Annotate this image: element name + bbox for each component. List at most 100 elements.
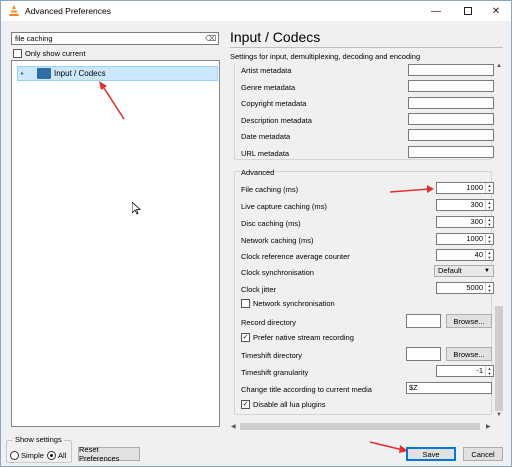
mouse-cursor-icon: [132, 202, 141, 215]
genre-metadata-label: Genre metadata: [241, 83, 296, 92]
disable-lua-label: Disable all lua plugins: [253, 400, 326, 409]
simple-radio[interactable]: Simple: [10, 451, 44, 460]
search-input-value: file caching: [15, 34, 53, 43]
timeshift-granularity-value: -1: [476, 366, 483, 375]
date-metadata-label: Date metadata: [241, 132, 291, 141]
spin-arrows-icon[interactable]: ▲ ▼: [485, 234, 493, 244]
clock-sync-dropdown[interactable]: Default ▼: [434, 265, 494, 277]
vertical-scroll-thumb[interactable]: [495, 306, 503, 411]
vlc-cone-icon: [9, 5, 19, 16]
network-caching-spinbox[interactable]: 1000 ▲ ▼: [436, 233, 494, 245]
page-title: Input / Codecs: [230, 29, 321, 45]
live-capture-caching-spinbox[interactable]: 300 ▲ ▼: [436, 199, 494, 211]
horizontal-scroll-thumb[interactable]: [240, 423, 480, 430]
copyright-metadata-field[interactable]: [408, 97, 494, 109]
save-annotation-arrow-icon: [369, 441, 408, 453]
advanced-group-title: Advanced: [241, 168, 275, 177]
clock-ref-counter-spinbox[interactable]: 40 ▲ ▼: [436, 249, 494, 261]
network-caching-value: 1000: [466, 234, 483, 243]
vertical-scrollbar[interactable]: ▲ ▼: [494, 63, 504, 420]
file-caching-annotation-arrow-icon: [389, 185, 434, 193]
file-caching-spinbox[interactable]: 1000 ▲ ▼: [436, 182, 494, 194]
spin-arrows-icon[interactable]: ▲ ▼: [485, 283, 493, 293]
timeshift-browse-button[interactable]: Browse...: [446, 347, 492, 361]
settings-scroll-area[interactable]: Artist metadata Genre metadata Copyright…: [230, 63, 504, 434]
spin-arrows-icon[interactable]: ▲ ▼: [485, 217, 493, 227]
only-show-current-checkbox[interactable]: Only show current: [13, 49, 85, 58]
spin-arrows-icon[interactable]: ▲ ▼: [485, 200, 493, 210]
only-show-current-box[interactable]: [13, 49, 22, 58]
timeshift-directory-label: Timeshift directory: [241, 351, 302, 360]
prefer-native-checkbox[interactable]: ✓ Prefer native stream recording: [241, 333, 354, 342]
close-button[interactable]: ✕: [481, 1, 511, 21]
prefer-native-box[interactable]: ✓: [241, 333, 250, 342]
change-title-label: Change title according to current media: [241, 385, 372, 394]
network-sync-label: Network synchronisation: [253, 299, 335, 308]
chevron-down-icon: ▼: [484, 268, 490, 274]
show-settings-group: Show settings Simple All: [6, 435, 72, 463]
scroll-left-icon[interactable]: ◀: [231, 423, 236, 430]
live-capture-caching-label: Live capture caching (ms): [241, 202, 327, 211]
all-radio-label: All: [58, 451, 67, 460]
network-sync-box[interactable]: [241, 299, 250, 308]
clear-search-icon[interactable]: ⌫: [205, 34, 216, 43]
record-directory-label: Record directory: [241, 318, 297, 327]
url-metadata-label: URL metadata: [241, 149, 290, 158]
clock-ref-counter-value: 40: [474, 250, 483, 259]
record-directory-field[interactable]: [406, 314, 441, 328]
clock-sync-value: Default: [438, 266, 462, 275]
show-settings-title: Show settings: [13, 435, 64, 444]
network-caching-label: Network caching (ms): [241, 236, 314, 245]
date-metadata-field[interactable]: [408, 129, 494, 141]
expand-arrow-icon[interactable]: ▸: [21, 70, 29, 78]
disc-caching-value: 300: [470, 217, 483, 226]
title-divider: [230, 47, 503, 48]
scroll-down-icon[interactable]: ▼: [496, 412, 502, 418]
horizontal-scrollbar[interactable]: ◀ ▶: [230, 421, 494, 432]
clock-sync-label: Clock synchronisation: [241, 268, 314, 277]
simple-radio-label: Simple: [21, 451, 44, 460]
maximize-button[interactable]: [453, 1, 483, 21]
clock-jitter-spinbox[interactable]: 5000 ▲ ▼: [436, 282, 494, 294]
description-metadata-field[interactable]: [408, 113, 494, 125]
tree-item-label: Input / Codecs: [54, 69, 106, 78]
advanced-preferences-window: Advanced Preferences — ✕ file caching ⌫ …: [0, 0, 512, 467]
minimize-icon: —: [431, 5, 441, 17]
prefer-native-label: Prefer native stream recording: [253, 333, 354, 342]
change-title-field[interactable]: $Z: [406, 382, 492, 394]
all-radio-button[interactable]: [47, 451, 56, 460]
genre-metadata-field[interactable]: [408, 80, 494, 92]
record-browse-button[interactable]: Browse...: [446, 314, 492, 328]
copyright-metadata-label: Copyright metadata: [241, 99, 307, 108]
only-show-current-label: Only show current: [25, 49, 86, 58]
spin-arrows-icon[interactable]: ▲ ▼: [485, 366, 493, 376]
clock-ref-counter-label: Clock reference average counter: [241, 252, 350, 261]
title-bar: Advanced Preferences — ✕: [1, 1, 511, 21]
live-capture-caching-value: 300: [470, 200, 483, 209]
timeshift-granularity-spinbox[interactable]: -1 ▲ ▼: [436, 365, 494, 377]
url-metadata-field[interactable]: [408, 146, 494, 158]
artist-metadata-field[interactable]: [408, 64, 494, 76]
scroll-right-icon[interactable]: ▶: [486, 423, 491, 430]
page-subtitle: Settings for input, demultiplexing, deco…: [230, 52, 421, 61]
all-radio[interactable]: All: [47, 451, 66, 460]
disc-caching-spinbox[interactable]: 300 ▲ ▼: [436, 216, 494, 228]
timeshift-directory-field[interactable]: [406, 347, 441, 361]
save-button[interactable]: Save: [406, 447, 456, 461]
reset-preferences-button[interactable]: Reset Preferences: [78, 445, 140, 463]
network-sync-checkbox[interactable]: Network synchronisation: [241, 299, 335, 308]
spin-arrows-icon[interactable]: ▲ ▼: [485, 250, 493, 260]
file-caching-value: 1000: [466, 183, 483, 192]
close-icon: ✕: [491, 5, 501, 17]
disable-lua-checkbox[interactable]: ✓ Disable all lua plugins: [241, 400, 326, 409]
simple-radio-button[interactable]: [10, 451, 19, 460]
scroll-up-icon[interactable]: ▲: [496, 63, 502, 69]
description-metadata-label: Description metadata: [241, 116, 312, 125]
cancel-button[interactable]: Cancel: [463, 447, 503, 461]
search-input[interactable]: file caching ⌫: [11, 32, 219, 45]
disable-lua-box[interactable]: ✓: [241, 400, 250, 409]
codec-category-icon: [37, 68, 51, 79]
spin-arrows-icon[interactable]: ▲ ▼: [485, 183, 493, 193]
minimize-button[interactable]: —: [421, 1, 451, 21]
window-title: Advanced Preferences: [25, 6, 111, 16]
